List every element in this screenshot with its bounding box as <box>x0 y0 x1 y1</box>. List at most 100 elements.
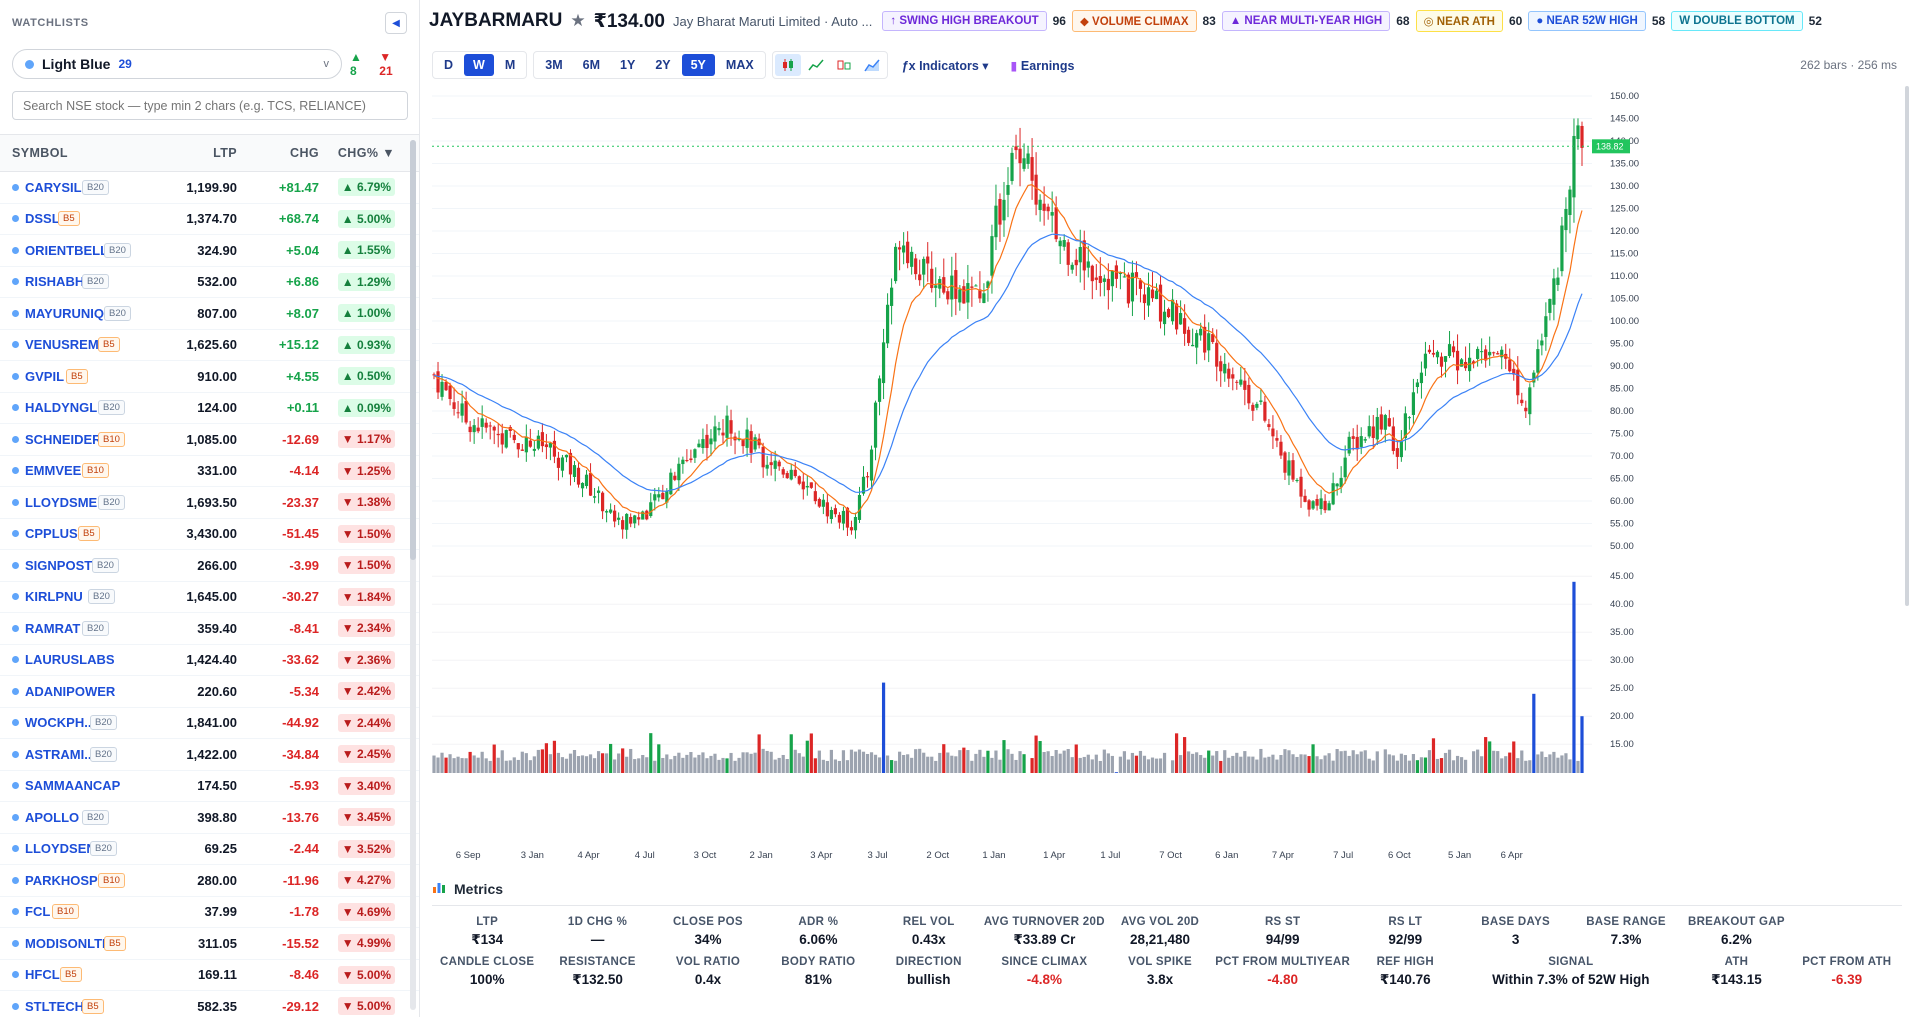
line-chart-icon[interactable] <box>803 54 829 76</box>
area-chart-icon[interactable] <box>859 54 885 76</box>
watchlist-row[interactable]: STLTECH B5 582.35 -29.12 ▼ 5.00% <box>0 991 419 1017</box>
symbol-name[interactable]: ORIENTBELL <box>25 243 108 258</box>
watchlist-dropdown[interactable]: Light Blue 29 v <box>12 49 342 79</box>
symbol-name[interactable]: HALDYNGL <box>25 400 97 415</box>
watchlist-row[interactable]: SAMMAANCAP 174.50 -5.93 ▼ 3.40% <box>0 771 419 802</box>
range-5y-button[interactable]: 5Y <box>681 54 715 76</box>
scrollbar-thumb[interactable] <box>410 140 416 560</box>
range-3m-button[interactable]: 3M <box>536 54 571 76</box>
watchlist-row[interactable]: WOCKPH... B20 1,841.00 -44.92 ▼ 2.44% <box>0 708 419 739</box>
watchlist-row[interactable]: EMMVEE B10 331.00 -4.14 ▼ 1.25% <box>0 456 419 487</box>
candle-body <box>1050 212 1054 216</box>
symbol-name[interactable]: MAYURUNIQ <box>25 306 104 321</box>
signal-score: 52 <box>1808 14 1822 28</box>
signal-tag[interactable]: ▲ NEAR MULTI-YEAR HIGH <box>1221 11 1391 31</box>
symbol-name[interactable]: SAMMAANCAP <box>25 778 120 793</box>
price-chart[interactable]: 150.00145.00140.00135.00130.00125.00120.… <box>432 86 1909 866</box>
symbol-name[interactable]: WOCKPH... <box>25 715 95 730</box>
signal-tag[interactable]: ↑ SWING HIGH BREAKOUT <box>882 11 1047 31</box>
column-ltp[interactable]: LTP <box>165 146 237 160</box>
watchlist-row[interactable]: CPPLUS B5 3,430.00 -51.45 ▼ 1.50% <box>0 519 419 550</box>
heikin-ashi-icon[interactable] <box>831 54 857 76</box>
symbol-name[interactable]: RAMRAT <box>25 621 80 636</box>
interval-m-button[interactable]: M <box>496 54 524 76</box>
symbol-name[interactable]: SIGNPOST <box>25 558 92 573</box>
symbol-name[interactable]: DSSL <box>25 211 60 226</box>
symbol-name[interactable]: ADANIPOWER <box>25 684 115 699</box>
watchlist-row[interactable]: ORIENTBELL B20 324.90 +5.04 ▲ 1.55% <box>0 235 419 267</box>
watchlist-row[interactable]: APOLLO B20 398.80 -13.76 ▼ 3.45% <box>0 802 419 834</box>
candle-body <box>1195 333 1199 348</box>
indicators-button[interactable]: ƒx Indicators ▾ <box>894 54 997 77</box>
watchlist-row[interactable]: SIGNPOST B20 266.00 -3.99 ▼ 1.50% <box>0 550 419 582</box>
symbol-name[interactable]: LAURUSLABS <box>25 652 115 667</box>
symbol-name[interactable]: CPPLUS <box>25 526 78 541</box>
watchlist-row[interactable]: ASTRAMI... B20 1,422.00 -34.84 ▼ 2.45% <box>0 739 419 771</box>
symbol-name[interactable]: CARYSIL <box>25 180 82 195</box>
metric-value: 100% <box>469 972 505 987</box>
volume-bar <box>942 744 946 773</box>
watchlist-row[interactable]: SCHNEIDER B10 1,085.00 -12.69 ▼ 1.17% <box>0 424 419 456</box>
symbol-name[interactable]: KIRLPNU <box>25 589 83 604</box>
watchlist-row[interactable]: MAYURUNIQ B20 807.00 +8.07 ▲ 1.00% <box>0 298 419 330</box>
candle-body <box>1319 498 1323 510</box>
symbol-name[interactable]: VENUSREM <box>25 337 99 352</box>
metric-value: 34% <box>694 932 722 947</box>
column-symbol[interactable]: SYMBOL <box>0 146 165 160</box>
watchlist-row[interactable]: PARKHOSPS B10 280.00 -11.96 ▼ 4.27% <box>0 865 419 897</box>
watchlist-row[interactable]: DSSL B5 1,374.70 +68.74 ▲ 5.00% <box>0 204 419 235</box>
column-chg[interactable]: CHG <box>237 146 319 160</box>
watchlist-row[interactable]: LAURUSLABS 1,424.40 -33.62 ▼ 2.36% <box>0 645 419 676</box>
symbol-name[interactable]: PARKHOSPS <box>25 873 106 888</box>
volume-bar <box>629 748 633 773</box>
symbol-name[interactable]: MODISONLTD <box>25 936 111 951</box>
symbol-name[interactable]: RISHABH <box>25 274 84 289</box>
star-icon[interactable]: ★ <box>570 11 585 31</box>
symbol-name[interactable]: APOLLO <box>25 810 79 825</box>
watchlist-row[interactable]: KIRLPNU B20 1,645.00 -30.27 ▼ 1.84% <box>0 582 419 613</box>
signal-tag[interactable]: ● NEAR 52W HIGH <box>1528 11 1646 31</box>
range-max-button[interactable]: MAX <box>717 54 763 76</box>
symbol-name[interactable]: LLOYDSME <box>25 495 97 510</box>
ltp-value: 3,430.00 <box>186 526 237 542</box>
candlestick-icon[interactable] <box>774 54 801 76</box>
watchlist-row[interactable]: FCL B10 37.99 -1.78 ▼ 4.69% <box>0 897 419 928</box>
range-2y-button[interactable]: 2Y <box>646 54 679 76</box>
interval-d-button[interactable]: D <box>435 54 462 76</box>
watchlist-row[interactable]: RAMRAT B20 359.40 -8.41 ▼ 2.34% <box>0 613 419 645</box>
stock-search-input[interactable] <box>12 91 408 120</box>
collapse-sidebar-icon[interactable]: ◀ <box>385 12 407 34</box>
candle-body <box>990 236 994 276</box>
watchlist-row[interactable]: HFCL B5 169.11 -8.46 ▼ 5.00% <box>0 960 419 991</box>
range-6m-button[interactable]: 6M <box>574 54 609 76</box>
candle-body <box>1046 206 1050 212</box>
watchlist-row[interactable]: HALDYNGL B20 124.00 +0.11 ▲ 0.09% <box>0 393 419 424</box>
symbol-name[interactable]: ASTRAMI... <box>25 747 95 762</box>
symbol-name[interactable]: SCHNEIDER <box>25 432 102 447</box>
watchlist-row[interactable]: CARYSIL B20 1,199.90 +81.47 ▲ 6.79% <box>0 172 419 204</box>
symbol-name[interactable]: HFCL <box>25 967 60 982</box>
signal-tag[interactable]: ◎ NEAR ATH <box>1415 10 1503 32</box>
watchlist-row[interactable]: LLOYDSEN... B20 69.25 -2.44 ▼ 3.52% <box>0 834 419 865</box>
watchlist-row[interactable]: ADANIPOWER 220.60 -5.34 ▼ 2.42% <box>0 676 419 708</box>
watchlist-row[interactable]: RISHABH B20 532.00 +6.86 ▲ 1.29% <box>0 267 419 298</box>
watchlist-row[interactable]: GVPIL B5 910.00 +4.55 ▲ 0.50% <box>0 361 419 393</box>
symbol-name[interactable]: EMMVEE <box>25 463 81 478</box>
candle-body <box>1423 353 1428 369</box>
watchlist-row[interactable]: LLOYDSME B20 1,693.50 -23.37 ▼ 1.38% <box>0 487 419 519</box>
candle-body <box>637 517 641 520</box>
signal-tag[interactable]: ◆ VOLUME CLIMAX <box>1071 10 1197 32</box>
watchlist-row[interactable]: MODISONLTD B5 311.05 -15.52 ▼ 4.99% <box>0 928 419 960</box>
earnings-button[interactable]: ▮ Earnings <box>1003 54 1083 77</box>
watchlist-count: 29 <box>118 57 132 71</box>
symbol-name[interactable]: FCL <box>25 904 50 919</box>
watchlist-row[interactable]: VENUSREM B5 1,625.60 +15.12 ▲ 0.93% <box>0 330 419 361</box>
symbol-name[interactable]: STLTECH <box>25 999 84 1014</box>
sidebar-scrollbar[interactable] <box>410 140 416 1010</box>
change-pct-cell: ▼ 3.45% <box>319 808 405 827</box>
signal-tag[interactable]: W DOUBLE BOTTOM <box>1671 11 1803 31</box>
column-chg-pct[interactable]: CHG% ▼ <box>319 146 405 160</box>
symbol-name[interactable]: GVPIL <box>25 369 64 384</box>
interval-w-button[interactable]: W <box>464 54 494 76</box>
range-1y-button[interactable]: 1Y <box>611 54 644 76</box>
